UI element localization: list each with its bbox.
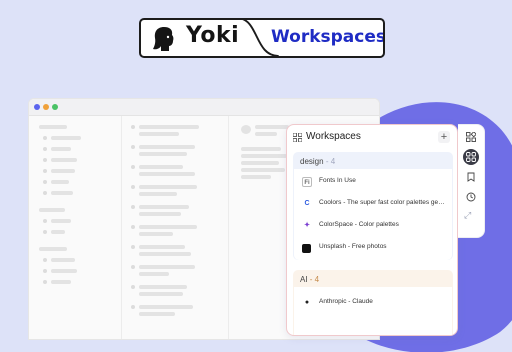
rail-group-button[interactable] xyxy=(463,149,479,165)
workspace-group-ai[interactable]: AI - 4 ● Anthropic - Claude xyxy=(293,270,453,335)
product-name: Workspaces xyxy=(271,27,385,47)
close-dot-icon[interactable] xyxy=(34,104,40,110)
group-count: - 4 xyxy=(325,157,336,166)
fonts-in-use-favicon-icon: Fi xyxy=(302,177,312,187)
expand-arrows-icon[interactable]: ⤢ xyxy=(464,210,471,221)
group-name: design xyxy=(300,157,324,166)
colorspace-favicon-icon: ✦ xyxy=(304,222,310,229)
rail-history-button[interactable] xyxy=(463,189,479,205)
workspaces-grid-icon xyxy=(293,133,302,142)
group-name: AI xyxy=(300,275,308,284)
list-placeholder xyxy=(122,116,229,339)
maximize-dot-icon[interactable] xyxy=(52,104,58,110)
list-item[interactable]: ✦ ColorSpace - Color palettes xyxy=(302,218,450,234)
anthropic-favicon-icon: ● xyxy=(304,299,310,306)
group-header[interactable]: AI - 4 xyxy=(300,275,319,284)
item-label: Anthropic - Claude xyxy=(319,298,373,305)
group-header[interactable]: design - 4 xyxy=(300,157,335,166)
group-icon xyxy=(466,152,476,162)
rail-workspaces-button[interactable] xyxy=(463,129,479,145)
list-item[interactable]: Unsplash - Free photos xyxy=(302,240,450,256)
brand-badge: Yoki Workspaces xyxy=(139,18,385,58)
unsplash-favicon-icon xyxy=(302,244,311,253)
item-label: Unsplash - Free photos xyxy=(319,243,387,250)
item-label: ColorSpace - Color palettes xyxy=(319,221,399,228)
workspaces-grid-icon xyxy=(466,132,476,142)
group-count: - 4 xyxy=(309,275,320,284)
list-item[interactable]: Fi Fonts In Use xyxy=(302,174,450,190)
history-icon xyxy=(466,192,476,202)
minimize-dot-icon[interactable] xyxy=(43,104,49,110)
panel-header: Workspaces + xyxy=(287,125,457,149)
rail-bookmark-button[interactable] xyxy=(463,169,479,185)
yoki-logo-icon xyxy=(153,27,174,51)
list-item[interactable]: ● Anthropic - Claude xyxy=(302,295,450,311)
sidebar-placeholder xyxy=(29,116,122,339)
coolors-favicon-icon: C xyxy=(304,200,310,207)
item-label: Fonts In Use xyxy=(319,177,356,184)
list-item[interactable]: C Coolors - The super fast color palette… xyxy=(302,196,450,212)
workspace-group-design[interactable]: design - 4 Fi Fonts In Use C Coolors - T… xyxy=(293,152,453,260)
bookmark-icon xyxy=(467,172,475,182)
browser-titlebar xyxy=(29,99,379,116)
brand-name: Yoki xyxy=(186,23,240,48)
workspaces-panel: Workspaces + design - 4 Fi Fonts In Use … xyxy=(286,124,458,336)
side-icon-rail xyxy=(458,124,485,238)
add-workspace-button[interactable]: + xyxy=(438,131,450,143)
panel-title: Workspaces xyxy=(306,131,361,142)
item-label: Coolors - The super fast color palettes … xyxy=(319,199,447,206)
